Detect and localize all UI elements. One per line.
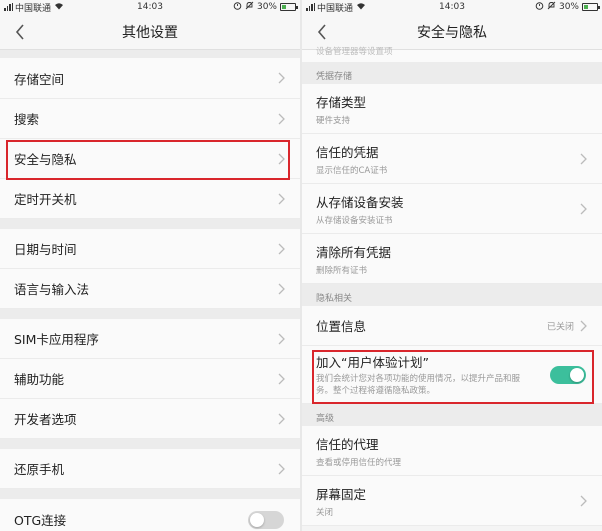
list-item-language-input[interactable]: 语言与输入法 — [0, 269, 300, 309]
chevron-right-icon — [278, 463, 285, 474]
item-label: 安全与隐私 — [14, 152, 77, 167]
carrier-name: 中国联通 — [15, 3, 52, 14]
silent-icon — [547, 1, 556, 13]
alarm-icon — [233, 1, 242, 13]
item-label: 语言与输入法 — [14, 282, 90, 297]
item-label: 还原手机 — [14, 462, 65, 477]
item-subtitle: 关闭 — [316, 507, 334, 518]
item-label: 定时开关机 — [14, 192, 77, 207]
list-item-user-experience-program[interactable]: 加入“用户体验计划” 我们会统计您对各项功能的使用情况，以提升产品和服务。整个过… — [302, 346, 602, 404]
signal-icon — [306, 3, 315, 11]
list-item-reset-phone[interactable]: 还原手机 — [0, 449, 300, 489]
status-bar: 中国联通 14:03 30% — [0, 0, 300, 14]
toggle-knob — [250, 512, 264, 527]
chevron-right-icon — [278, 283, 285, 294]
item-label: 清除所有凭据 — [316, 244, 392, 260]
right-screen: 中国联通 14:03 30% 安全与隐私 设备管理器等设置项 凭据存储 存储类型… — [302, 0, 602, 531]
back-button[interactable] — [10, 22, 30, 42]
list-item-install-from-storage[interactable]: 从存储设备安装 从存储设备安装证书 — [302, 184, 602, 234]
user-experience-toggle[interactable] — [550, 365, 586, 384]
status-bar: 中国联通 14:03 30% — [302, 0, 602, 14]
item-subtitle: 硬件支持 — [316, 115, 351, 126]
item-label: 日期与时间 — [14, 242, 77, 257]
toggle-knob — [570, 367, 584, 382]
chevron-right-icon — [580, 320, 587, 331]
list-item-security-privacy[interactable]: 安全与隐私 — [0, 139, 300, 179]
list-item-date-time[interactable]: 日期与时间 — [0, 229, 300, 269]
item-label: 辅助功能 — [14, 372, 65, 387]
item-subtitle: 从存储设备安装证书 — [316, 215, 393, 226]
section-header-credentials: 凭据存储 — [302, 62, 602, 84]
list-item-screen-pinning[interactable]: 屏幕固定 关闭 — [302, 476, 602, 526]
list-item-storage[interactable]: 存储空间 — [0, 58, 300, 99]
chevron-right-icon — [278, 413, 285, 424]
partial-text: 设备管理器等设置项 — [316, 47, 393, 57]
item-label: 信任的凭据 — [316, 144, 379, 160]
group-gap — [0, 50, 300, 58]
header: 其他设置 — [0, 14, 300, 50]
chevron-right-icon — [278, 333, 285, 344]
item-label: 从存储设备安装 — [316, 194, 404, 210]
chevron-right-icon — [278, 193, 285, 204]
otg-toggle[interactable] — [248, 510, 284, 529]
list-item-location[interactable]: 位置信息 已关闭 — [302, 306, 602, 346]
group-gap — [0, 439, 300, 449]
chevron-right-icon — [278, 243, 285, 254]
battery-percent: 30% — [256, 2, 277, 12]
page-title: 安全与隐私 — [417, 24, 487, 41]
list-item-otg[interactable]: OTG连接 — [0, 499, 300, 531]
list-item-sim-apps[interactable]: SIM卡应用程序 — [0, 319, 300, 359]
item-value: 已关闭 — [546, 322, 574, 332]
chevron-right-icon — [278, 72, 285, 84]
list-item-search[interactable]: 搜索 — [0, 99, 300, 139]
item-label: 开发者选项 — [14, 412, 77, 427]
chevron-right-icon — [580, 495, 587, 506]
list-item-accessibility[interactable]: 辅助功能 — [0, 359, 300, 399]
page-title: 其他设置 — [122, 24, 178, 41]
section-header-advanced: 高级 — [302, 404, 602, 426]
item-label: 存储空间 — [14, 71, 65, 87]
list-item-scheduled-power[interactable]: 定时开关机 — [0, 179, 300, 219]
back-button[interactable] — [312, 22, 332, 42]
section-header-privacy: 隐私相关 — [302, 284, 602, 306]
item-label: 搜索 — [14, 112, 40, 127]
list-item-developer-options[interactable]: 开发者选项 — [0, 399, 300, 439]
item-label: 屏幕固定 — [316, 486, 367, 502]
group-gap — [0, 489, 300, 499]
item-subtitle: 删除所有证书 — [316, 265, 368, 276]
group-gap — [0, 309, 300, 319]
left-screen: 中国联通 14:03 30% 其他设置 存储空间 搜索 安全与隐私 定时开关机 … — [0, 0, 300, 531]
list-item-clear-credentials[interactable]: 清除所有凭据 删除所有证书 — [302, 234, 602, 284]
list-item-trust-agents[interactable]: 信任的代理 查看或停用信任的代理 — [302, 426, 602, 476]
battery-icon — [280, 3, 298, 11]
list-item-storage-type[interactable]: 存储类型 硬件支持 — [302, 84, 602, 134]
alarm-icon — [535, 1, 544, 13]
item-label: OTG连接 — [14, 513, 67, 528]
chevron-right-icon — [278, 373, 285, 384]
list-item-partial[interactable]: 设备管理器等设置项 — [302, 47, 602, 62]
chevron-right-icon — [278, 113, 285, 124]
item-label: 信任的代理 — [316, 436, 379, 452]
battery-percent: 30% — [558, 2, 579, 12]
item-label: 加入“用户体验计划” — [316, 355, 429, 371]
chevron-right-icon — [580, 203, 587, 214]
item-subtitle: 查看或停用信任的代理 — [316, 457, 402, 468]
chevron-right-icon — [580, 153, 587, 164]
silent-icon — [245, 1, 254, 13]
list-item-trusted-credentials[interactable]: 信任的凭据 显示信任的CA证书 — [302, 134, 602, 184]
chevron-right-icon — [278, 153, 285, 164]
group-gap — [0, 219, 300, 229]
item-subtitle: 我们会统计您对各项功能的使用情况，以提升产品和服务。整个过程将遵循隐私政策。 — [316, 374, 521, 396]
item-label: 存储类型 — [316, 94, 367, 110]
wifi-icon — [356, 2, 366, 13]
item-subtitle: 显示信任的CA证书 — [316, 165, 388, 176]
carrier-name: 中国联通 — [317, 3, 354, 14]
signal-icon — [4, 3, 13, 11]
chevron-left-icon — [317, 24, 326, 40]
item-label: SIM卡应用程序 — [14, 332, 99, 347]
chevron-left-icon — [15, 24, 24, 40]
wifi-icon — [54, 2, 64, 13]
battery-icon — [582, 3, 600, 11]
